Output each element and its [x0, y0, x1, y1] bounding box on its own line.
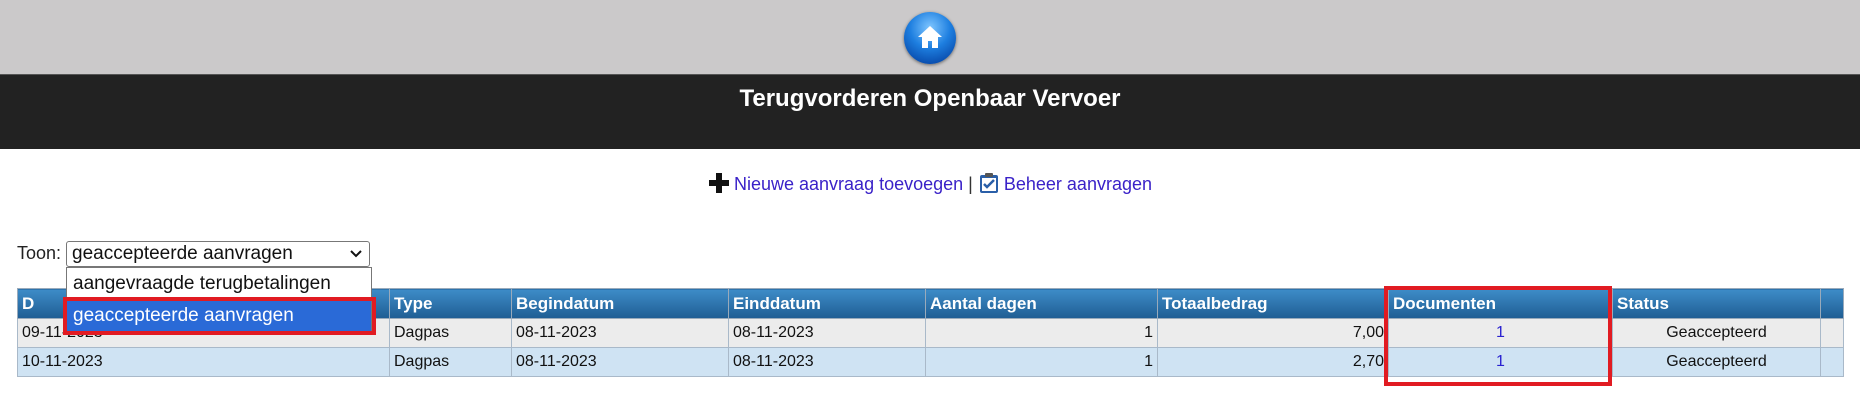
- cell-begindate: 08-11-2023: [511, 347, 729, 377]
- cell-begindate: 08-11-2023: [511, 318, 729, 348]
- home-icon: [918, 26, 942, 48]
- col-begindate[interactable]: Begindatum: [511, 288, 729, 319]
- checklist-icon: [978, 172, 1000, 199]
- col-documents[interactable]: Documenten: [1388, 288, 1613, 319]
- manage-requests-link[interactable]: Beheer aanvragen: [1004, 174, 1152, 194]
- title-bar: Terugvorderen Openbaar Vervoer: [0, 75, 1860, 149]
- filter-dropdown-list: aangevraagde terugbetalingen geaccepteer…: [66, 267, 372, 334]
- col-enddate[interactable]: Einddatum: [728, 288, 926, 319]
- col-extra: [1820, 288, 1844, 319]
- plus-icon: [708, 172, 730, 199]
- home-button[interactable]: [904, 12, 956, 64]
- add-request-link[interactable]: Nieuwe aanvraag toevoegen: [734, 174, 963, 194]
- filter-option-accepted[interactable]: geaccepteerde aanvragen: [67, 300, 371, 332]
- cell-type: Dagpas: [389, 347, 512, 377]
- cell-status: Geaccepteerd: [1612, 318, 1821, 348]
- link-separator: |: [968, 174, 973, 194]
- col-total[interactable]: Totaalbedrag: [1157, 288, 1389, 319]
- cell-type: Dagpas: [389, 318, 512, 348]
- top-bar: [0, 0, 1860, 75]
- col-status[interactable]: Status: [1612, 288, 1821, 319]
- cell-documents: 1: [1388, 347, 1613, 377]
- page-title: Terugvorderen Openbaar Vervoer: [739, 85, 1121, 112]
- col-days[interactable]: Aantal dagen: [925, 288, 1158, 319]
- cell-extra: [1820, 318, 1844, 348]
- action-links: Nieuwe aanvraag toevoegen | Beheer aanvr…: [0, 172, 1860, 199]
- cell-extra: [1820, 347, 1844, 377]
- cell-documents: 1: [1388, 318, 1613, 348]
- cell-date: 10-11-2023: [17, 347, 390, 377]
- cell-enddate: 08-11-2023: [728, 347, 926, 377]
- cell-total: 2,70: [1157, 347, 1389, 377]
- cell-enddate: 08-11-2023: [728, 318, 926, 348]
- documents-link[interactable]: 1: [1496, 353, 1505, 370]
- documents-link[interactable]: 1: [1496, 324, 1505, 341]
- filter-selected-value: geaccepteerde aanvragen: [72, 243, 293, 264]
- cell-days: 1: [925, 347, 1158, 377]
- filter-label: Toon:: [17, 243, 62, 263]
- filter-option-requested[interactable]: aangevraagde terugbetalingen: [67, 268, 371, 300]
- col-type[interactable]: Type: [389, 288, 512, 319]
- cell-days: 1: [925, 318, 1158, 348]
- filter-select[interactable]: geaccepteerde aanvragen: [66, 241, 370, 267]
- cell-status: Geaccepteerd: [1612, 347, 1821, 377]
- table-row: 10-11-2023 Dagpas 08-11-2023 08-11-2023 …: [17, 347, 1844, 377]
- cell-total: 7,00: [1157, 318, 1389, 348]
- chevron-down-icon: [350, 250, 362, 258]
